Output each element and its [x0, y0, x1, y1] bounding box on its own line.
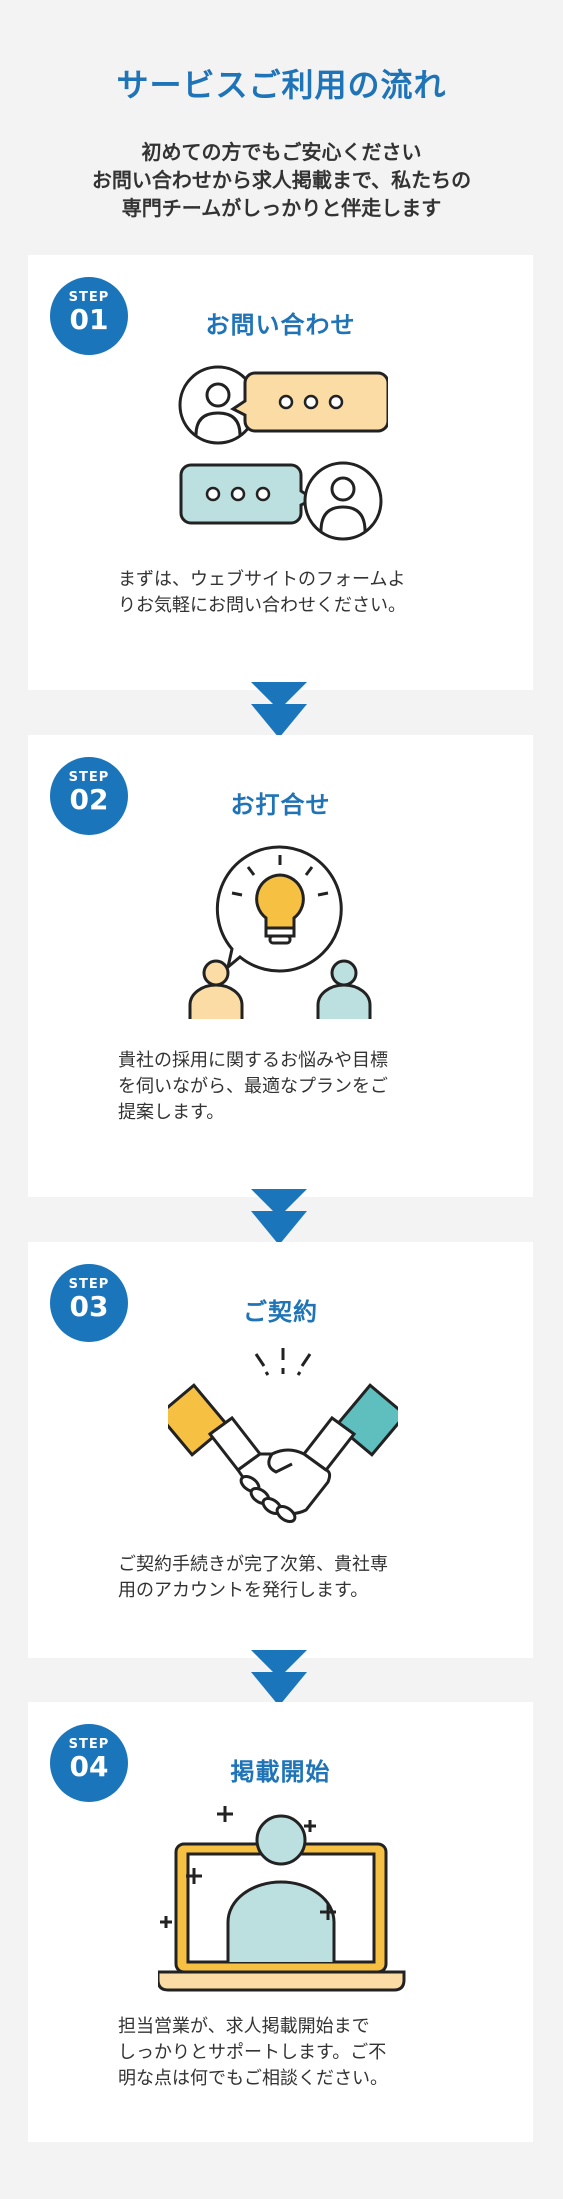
lightbulb-meeting-icon — [188, 845, 372, 1019]
step-title: お問い合わせ — [205, 311, 356, 339]
laptop-person-icon — [158, 1806, 406, 1992]
desc-line: 用のアカウントを発行します。 — [118, 1580, 369, 1601]
desc-line: 提案します。 — [118, 1102, 225, 1123]
desc-line: りお気軽にお問い合わせください。 — [118, 595, 406, 616]
intro-text: 初めての方でもご安心ください お問い合わせから求人掲載まで、私たちの 専門チーム… — [0, 138, 563, 222]
step-card-01: STEP 01 お問い合わせ まずは、ウェブサイトのフォームよ りお気軽にお問い… — [28, 255, 533, 690]
intro-line: 初めての方でもご安心ください — [141, 140, 422, 164]
chevron-down-icon — [251, 1650, 307, 1706]
step-description: まずは、ウェブサイトのフォームよ りお気軽にお問い合わせください。 — [118, 567, 478, 619]
desc-line: まずは、ウェブサイトのフォームよ — [118, 569, 406, 590]
page-title: サービスご利用の流れ — [116, 66, 447, 104]
handshake-icon — [168, 1348, 398, 1524]
step-description: 担当営業が、求人掲載開始まで しっかりとサポートします。ご不 明な点は何でもご相… — [118, 2014, 478, 2092]
step-title: 掲載開始 — [230, 1758, 331, 1786]
chevron-down-icon — [251, 682, 307, 738]
step-card-02: STEP 02 お打合せ 貴社の採用に関するお悩みや目標 を伺いながら、最適なプ… — [28, 735, 533, 1197]
step-card-03: STEP 03 ご契約 ご契約手続きが完了次第、貴社専 用のアカウントを発行しま… — [28, 1242, 533, 1658]
intro-line: お問い合わせから求人掲載まで、私たちの — [91, 168, 472, 192]
step-title: ご契約 — [243, 1298, 318, 1326]
intro-line: 専門チームがしっかりと伴走します — [121, 196, 442, 220]
desc-line: 貴社の採用に関するお悩みや目標 — [118, 1050, 388, 1071]
step-description: 貴社の採用に関するお悩みや目標 を伺いながら、最適なプランをご 提案します。 — [118, 1048, 478, 1126]
step-title: お打合せ — [230, 791, 331, 819]
chevron-down-icon — [251, 1189, 307, 1245]
desc-line: しっかりとサポートします。ご不 — [118, 2042, 387, 2063]
chat-users-icon — [178, 365, 388, 541]
desc-line: ご契約手続きが完了次第、貴社専 — [118, 1554, 388, 1575]
step-card-04: STEP 04 掲載開始 担当営業が、求人掲載開始まで しっかりとサポートします… — [28, 1702, 533, 2142]
desc-line: を伺いながら、最適なプランをご — [118, 1076, 388, 1097]
desc-line: 明な点は何でもご相談ください。 — [118, 2068, 388, 2089]
desc-line: 担当営業が、求人掲載開始まで — [118, 2016, 370, 2037]
step-description: ご契約手続きが完了次第、貴社専 用のアカウントを発行します。 — [118, 1552, 478, 1604]
